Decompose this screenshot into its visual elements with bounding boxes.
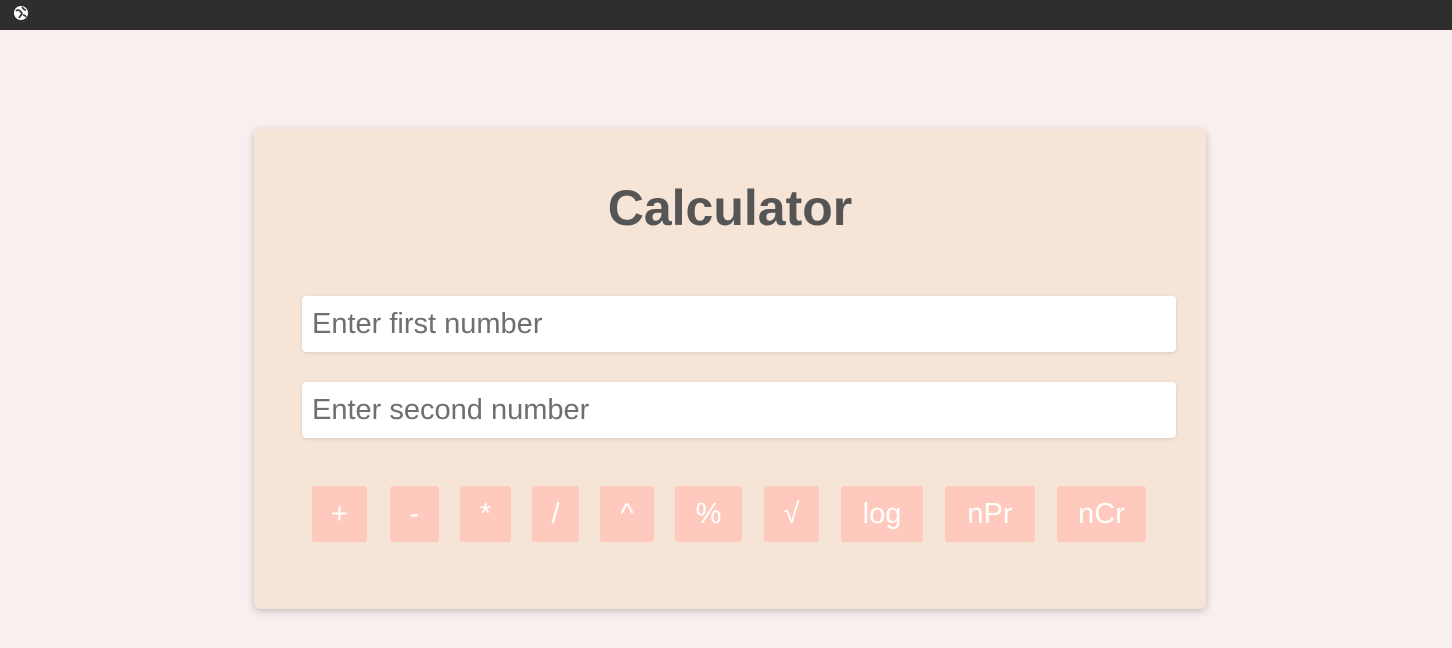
divide-button[interactable]: / [532, 486, 579, 542]
second-number-input[interactable] [302, 382, 1176, 438]
globe-icon[interactable] [13, 5, 29, 21]
calculator-card: Calculator + - * / ^ % √ log nPr nCr [254, 129, 1206, 609]
browser-topbar [0, 0, 1452, 30]
power-button[interactable]: ^ [600, 486, 654, 542]
sqrt-button[interactable]: √ [764, 486, 819, 542]
npr-button[interactable]: nPr [945, 486, 1035, 542]
page-title: Calculator [607, 180, 853, 236]
log-button[interactable]: log [841, 486, 923, 542]
add-button[interactable]: + [312, 486, 367, 542]
first-number-input[interactable] [302, 296, 1176, 352]
multiply-button[interactable]: * [460, 486, 511, 542]
subtract-button[interactable]: - [390, 486, 439, 542]
modulo-button[interactable]: % [675, 486, 742, 542]
ncr-button[interactable]: nCr [1057, 486, 1146, 542]
